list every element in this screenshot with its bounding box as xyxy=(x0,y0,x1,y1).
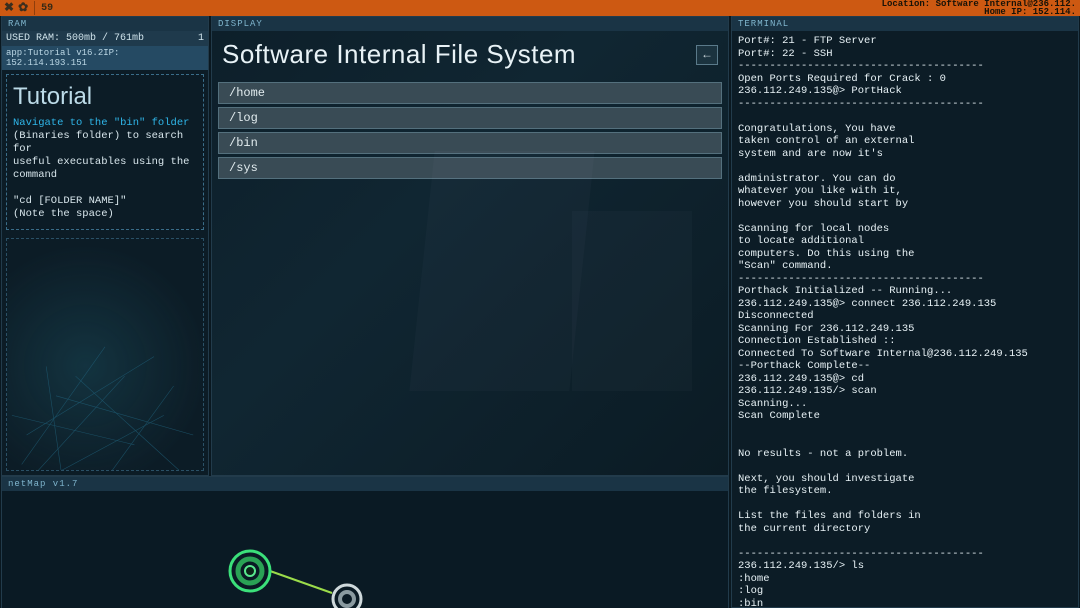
display-header: DISPLAY xyxy=(212,17,728,31)
top-bar: ✖ ✿ 59 Location: Software Internal@236.1… xyxy=(0,0,1080,16)
tutorial-title: Tutorial xyxy=(13,83,197,111)
home-ip-label: Home IP: 152.114. xyxy=(882,8,1076,16)
netmap-panel: netMap v1.7 xyxy=(1,476,729,608)
ram-visualization xyxy=(6,238,204,471)
netmap-node-remote[interactable] xyxy=(333,585,361,608)
display-title: Software Internal File System xyxy=(222,39,696,70)
ram-panel: RAM USED RAM: 500mb / 761mb 1 app:Tutori… xyxy=(1,16,209,476)
netmap-link xyxy=(270,571,332,593)
terminal-output[interactable]: Port#: 21 - FTP Server Port#: 22 - SSH -… xyxy=(732,31,1078,607)
tutorial-box: Tutorial Navigate to the "bin" folder (B… xyxy=(6,74,204,230)
netmap-header: netMap v1.7 xyxy=(2,477,728,491)
clock-readout: 59 xyxy=(41,3,53,14)
netmap-svg xyxy=(2,491,728,608)
terminal-panel: TERMINAL Port#: 21 - FTP Server Port#: 2… xyxy=(731,16,1079,608)
ram-usage-bar: USED RAM: 500mb / 761mb 1 xyxy=(2,31,208,46)
netmap-body[interactable] xyxy=(2,491,728,608)
terminal-header: TERMINAL xyxy=(732,17,1078,31)
ram-app-bar[interactable]: app:Tutorial v16.2IP: 152.114.193.151 xyxy=(2,46,208,70)
display-panel: DISPLAY Software Internal File System ← … xyxy=(211,16,729,476)
folder-log[interactable]: /log xyxy=(218,107,722,129)
bg-shape xyxy=(409,151,594,391)
ram-header: RAM xyxy=(2,17,208,31)
gear-icon[interactable]: ✿ xyxy=(18,2,28,14)
tutorial-text: Navigate to the "bin" folder (Binaries f… xyxy=(13,117,197,221)
bg-shape xyxy=(572,211,692,391)
close-icon[interactable]: ✖ xyxy=(4,2,14,14)
netmap-node-active[interactable] xyxy=(230,551,270,591)
ram-app-count: 1 xyxy=(198,33,204,44)
tutorial-highlight: Navigate to the "bin" folder xyxy=(13,117,189,129)
tutorial-body: (Binaries folder) to search for useful e… xyxy=(13,130,189,220)
folder-home[interactable]: /home xyxy=(218,82,722,104)
back-button[interactable]: ← xyxy=(696,45,718,65)
ram-viz-lines xyxy=(7,239,203,471)
ram-usage-label: USED RAM: 500mb / 761mb xyxy=(6,33,144,44)
